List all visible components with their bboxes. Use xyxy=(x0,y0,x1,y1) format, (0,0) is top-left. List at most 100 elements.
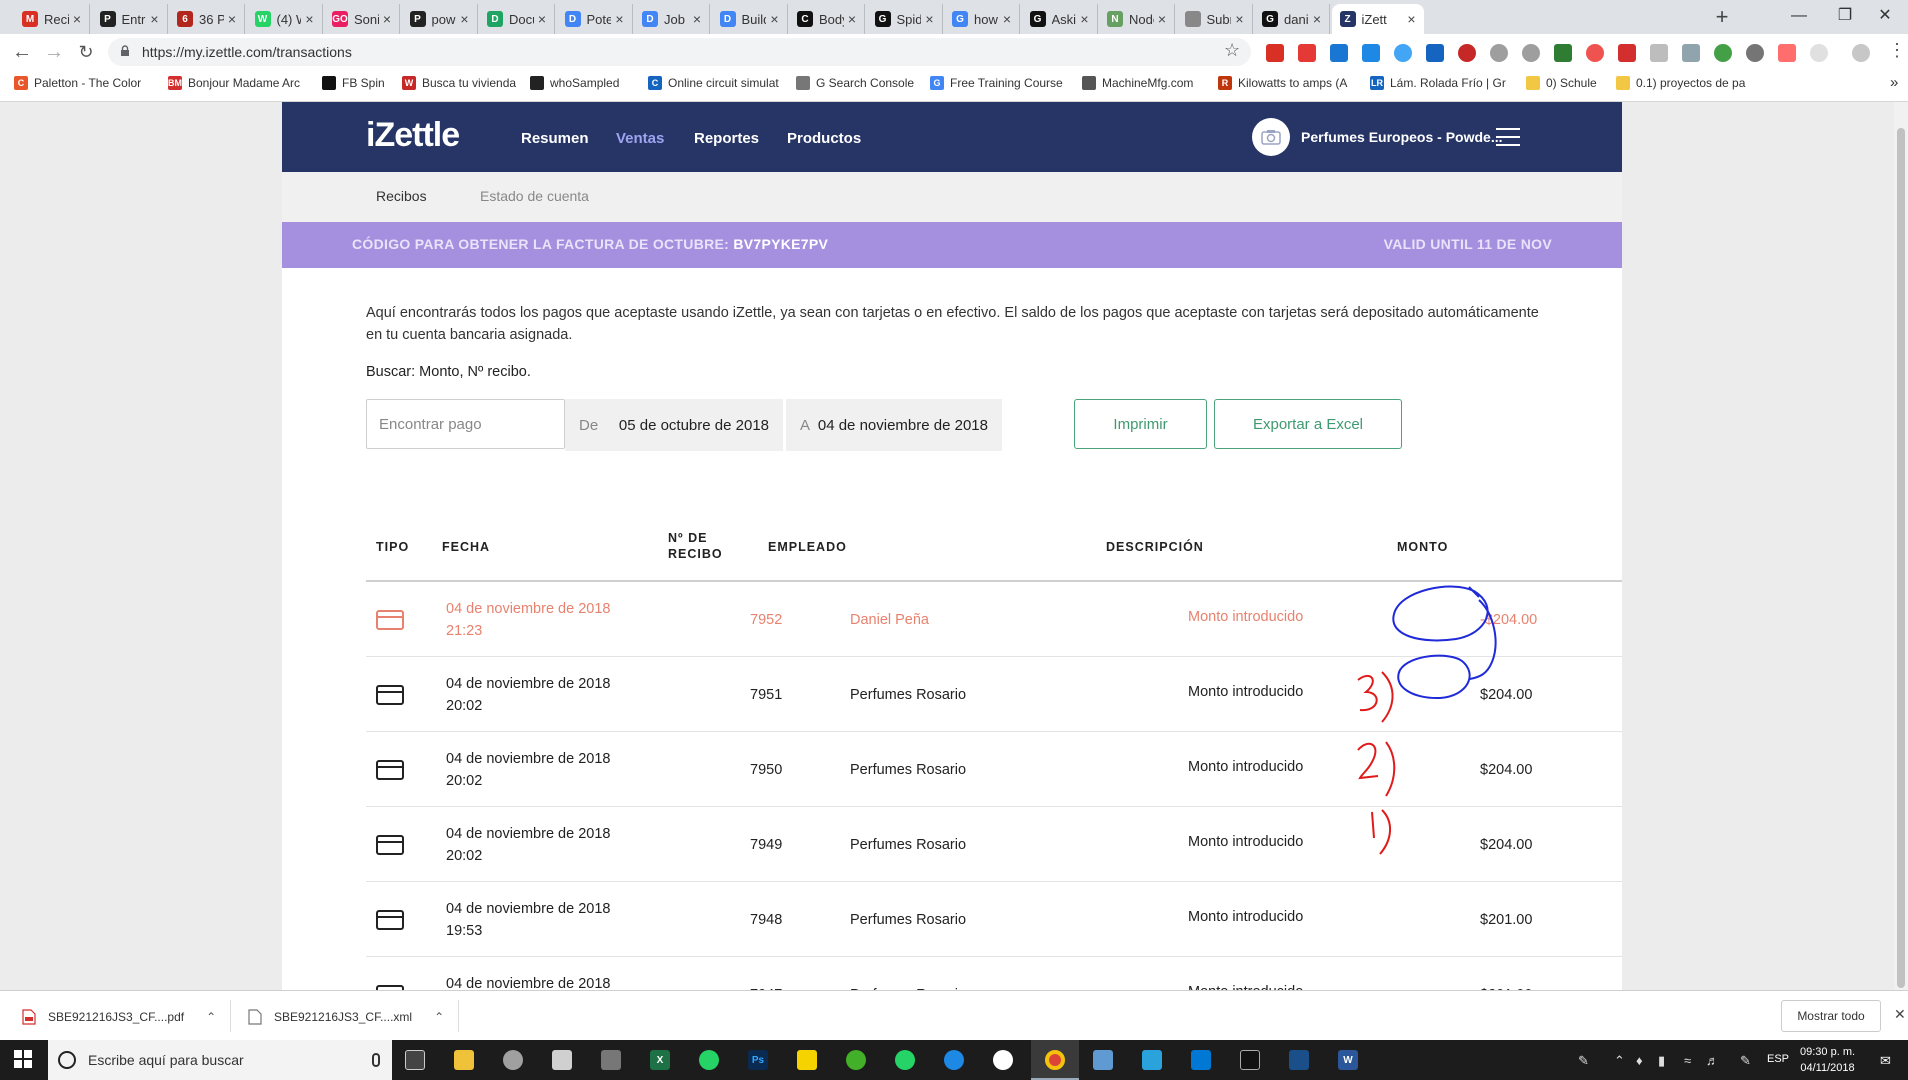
tab-close-icon[interactable]: × xyxy=(305,11,313,27)
close-downloads-icon[interactable]: ✕ xyxy=(1894,1006,1906,1023)
search-input[interactable] xyxy=(366,399,565,449)
info-extension-icon[interactable] xyxy=(1810,44,1828,62)
save-extension-icon[interactable] xyxy=(1426,44,1444,62)
tab-close-icon[interactable]: × xyxy=(1313,11,1321,27)
adblock-extension-icon[interactable] xyxy=(1458,44,1476,62)
chart-extension-icon[interactable] xyxy=(1554,44,1572,62)
clock[interactable]: 09:30 p. m. 04/11/2018 xyxy=(1800,1044,1855,1076)
table-row[interactable]: 04 de noviembre de 20187947Perfumes Rosa… xyxy=(366,957,1622,992)
color-extension-icon[interactable] xyxy=(1586,44,1604,62)
puzzle-extension-icon[interactable] xyxy=(1778,44,1796,62)
account-name[interactable]: Perfumes Europeos - Powde... xyxy=(1301,129,1503,145)
browser-tab[interactable]: 6 36 Pr× xyxy=(169,4,245,34)
tab-recibos[interactable]: Recibos xyxy=(376,188,427,204)
vscode-icon[interactable] xyxy=(1191,1050,1211,1070)
bookmark-item[interactable]: G Search Console xyxy=(796,76,914,90)
tab-close-icon[interactable]: × xyxy=(848,11,856,27)
profile-avatar-icon[interactable] xyxy=(1852,44,1870,62)
task-view-icon[interactable] xyxy=(405,1050,425,1070)
microphone-icon[interactable] xyxy=(372,1053,380,1067)
language-indicator[interactable]: ESP xyxy=(1767,1053,1789,1065)
izettle-logo[interactable]: iZettle xyxy=(366,116,460,155)
nav-reportes[interactable]: Reportes xyxy=(694,130,759,147)
new-tab-button[interactable]: + xyxy=(1710,4,1734,32)
bookmark-item[interactable]: R Kilowatts to amps (A xyxy=(1218,76,1347,90)
date-from-field[interactable]: De 05 de octubre de 2018 xyxy=(565,399,783,451)
bookmark-item[interactable]: LR Lám. Rolada Frío | Gr xyxy=(1370,76,1506,90)
browser-tab[interactable]: ZiZett × xyxy=(1331,4,1424,34)
tab-close-icon[interactable]: × xyxy=(1003,11,1011,27)
tab-close-icon[interactable]: × xyxy=(150,11,158,27)
dropbox-tray-icon[interactable]: ♦ xyxy=(1636,1053,1643,1068)
app-icon-python[interactable] xyxy=(1093,1050,1113,1070)
print-button[interactable]: Imprimir xyxy=(1074,399,1207,449)
forward-icon[interactable]: → xyxy=(42,41,66,64)
reload-icon[interactable]: ↻ xyxy=(74,42,98,63)
file-explorer-icon[interactable] xyxy=(454,1050,474,1070)
wechat-icon[interactable] xyxy=(846,1050,866,1070)
word-icon[interactable]: W xyxy=(1338,1050,1358,1070)
chevron-up-tray-icon[interactable]: ⌃ xyxy=(1614,1053,1625,1069)
nav-ventas[interactable]: Ventas xyxy=(616,130,664,147)
bookmarks-overflow-icon[interactable]: » xyxy=(1890,74,1898,91)
browser-tab[interactable]: Gdanie× xyxy=(1254,4,1330,34)
tab-close-icon[interactable]: × xyxy=(1158,11,1166,27)
tab-close-icon[interactable]: × xyxy=(538,11,546,27)
bookmark-item[interactable]: W Busca tu vivienda xyxy=(402,76,516,90)
timer-extension-icon[interactable] xyxy=(1362,44,1380,62)
slack-icon[interactable] xyxy=(993,1050,1013,1070)
dropbox-extension-icon[interactable] xyxy=(1682,44,1700,62)
browser-tab[interactable]: Ppowd× xyxy=(402,4,478,34)
tab-close-icon[interactable]: × xyxy=(383,11,391,27)
bookmark-star-icon[interactable]: ☆ xyxy=(1224,40,1240,61)
notifications-icon[interactable]: ✉ xyxy=(1880,1053,1891,1069)
battery-icon[interactable]: ▮ xyxy=(1658,1053,1665,1069)
account-avatar[interactable] xyxy=(1252,118,1290,156)
excel-icon[interactable]: X xyxy=(650,1050,670,1070)
table-row[interactable]: 04 de noviembre de 2018 20:02 7950 Perfumes… xyxy=(366,732,1622,807)
compass-extension-icon[interactable] xyxy=(1522,44,1540,62)
wifi-icon[interactable]: ≈ xyxy=(1684,1053,1691,1068)
translate-extension-icon[interactable] xyxy=(1330,44,1348,62)
browser-tab[interactable]: D Build× xyxy=(712,4,788,34)
table-row[interactable]: 04 de noviembre de 2018 20:02 7949 Perfumes… xyxy=(366,807,1622,882)
cloud-extension-icon[interactable] xyxy=(1490,44,1508,62)
browser-tab[interactable]: G Askin× xyxy=(1022,4,1098,34)
tab-close-icon[interactable]: × xyxy=(925,11,933,27)
tab-close-icon[interactable]: × xyxy=(460,11,468,27)
bookmark-item[interactable]: C Paletton - The Color xyxy=(14,76,141,90)
browser-tab[interactable]: C Body× xyxy=(789,4,865,34)
chevron-up-icon[interactable]: ⌃ xyxy=(434,1010,444,1024)
minimize-icon[interactable]: — xyxy=(1776,2,1822,32)
tab-close-icon[interactable]: × xyxy=(1407,11,1415,27)
snipping-tool-icon[interactable] xyxy=(601,1050,621,1070)
calculator-icon[interactable] xyxy=(552,1050,572,1070)
show-all-downloads-button[interactable]: Mostrar todo xyxy=(1781,1000,1881,1032)
browser-tab[interactable]: GO Sonic× xyxy=(324,4,400,34)
app-icon-blue[interactable] xyxy=(944,1050,964,1070)
browser-tab[interactable]: D Job R× xyxy=(634,4,710,34)
whatsapp-extension-icon[interactable] xyxy=(1714,44,1732,62)
table-row[interactable]: 04 de noviembre de 2018 21:23 7952 Daniel P… xyxy=(366,582,1622,657)
arch-extension-icon[interactable] xyxy=(1746,44,1764,62)
app-icon-window[interactable] xyxy=(1142,1050,1162,1070)
terminal-icon[interactable] xyxy=(1240,1050,1260,1070)
bookmark-item[interactable]: FB Spin xyxy=(322,76,385,90)
tab-close-icon[interactable]: × xyxy=(615,11,623,27)
pen-icon[interactable]: ✎ xyxy=(1578,1053,1589,1069)
menu-dots-icon[interactable]: ⋮ xyxy=(1888,40,1906,61)
gmail-extension-icon[interactable] xyxy=(1266,44,1284,62)
export-excel-button[interactable]: Exportar a Excel xyxy=(1214,399,1402,449)
flipboard-extension-icon[interactable] xyxy=(1298,44,1316,62)
nav-resumen[interactable]: Resumen xyxy=(521,130,589,147)
browser-tab[interactable]: W (4) W× xyxy=(247,4,323,34)
tab-estado-de-cuenta[interactable]: Estado de cuenta xyxy=(480,188,589,204)
back-icon[interactable]: ← xyxy=(10,41,34,64)
browser-tab[interactable]: Ghow t× xyxy=(944,4,1020,34)
browser-tab[interactable]: Subm× xyxy=(1177,4,1253,34)
taskbar-search[interactable]: Escribe aquí para buscar xyxy=(48,1040,392,1080)
table-row[interactable]: 04 de noviembre de 2018 20:02 7951 Perfumes… xyxy=(366,657,1622,732)
browser-tab[interactable]: D Poten× xyxy=(557,4,633,34)
ink-icon[interactable]: ✎ xyxy=(1740,1053,1751,1069)
check-extension-icon[interactable] xyxy=(1394,44,1412,62)
